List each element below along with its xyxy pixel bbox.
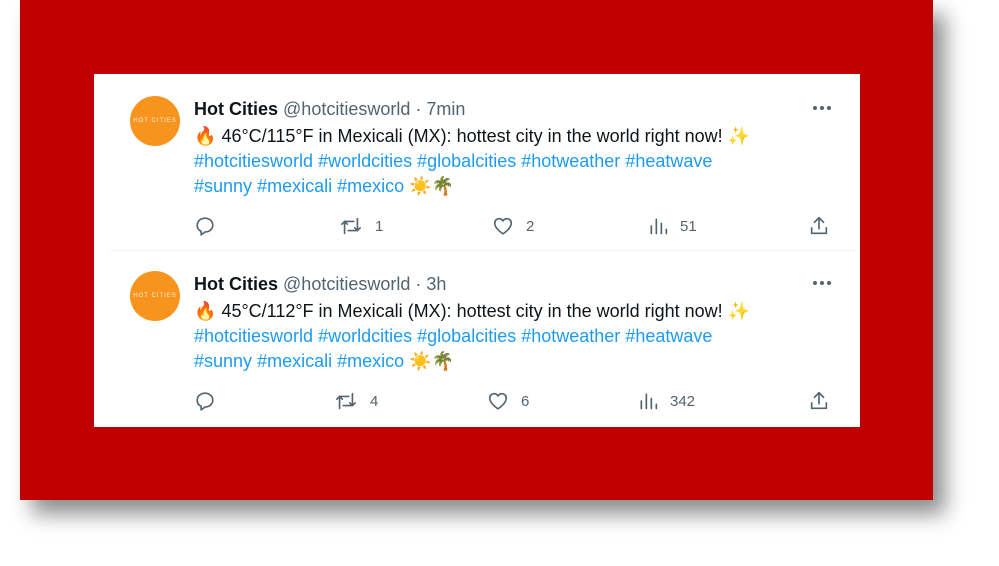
more-options-button[interactable] [812,98,832,118]
more-options-button[interactable] [812,273,832,293]
hashtag-line-1: #hotcitiesworld #worldcities #globalciti… [194,149,834,174]
like-count: 2 [526,217,535,235]
hashtag-link[interactable]: #globalcities [417,151,516,171]
hashtag-link[interactable]: #globalcities [417,326,516,346]
hashtag-link[interactable]: #mexicali [257,351,332,371]
avatar[interactable]: HOT CITIES [130,96,180,146]
retweet-icon [336,392,356,410]
author-name[interactable]: Hot Cities [194,274,278,294]
hashtag-link[interactable]: #sunny [194,176,252,196]
tweet-feed: HOT CITIES Hot Cities @hotcitiesworld · … [94,74,860,427]
like-button[interactable]: 2 [492,214,534,238]
hashtag-link[interactable]: #hotcitiesworld [194,326,313,346]
views-chart-icon [640,393,658,410]
views-count: 51 [680,217,697,235]
hashtag-link[interactable]: #hotweather [521,151,620,171]
author-handle[interactable]: @hotcitiesworld [283,99,410,119]
author-name[interactable]: Hot Cities [194,99,278,119]
avatar[interactable]: HOT CITIES [130,271,180,321]
tweet-text: 🔥 46°C/115°F in Mexicali (MX): hottest c… [194,124,834,199]
like-count: 6 [521,392,530,410]
tweet-timestamp[interactable]: 7min [426,99,465,119]
retweet-count: 4 [370,392,379,410]
hashtag-link[interactable]: #mexico [337,176,404,196]
hashtag-link[interactable]: #mexicali [257,176,332,196]
hashtag-link[interactable]: #hotweather [521,326,620,346]
hashtag-link[interactable]: #mexico [337,351,404,371]
screenshot-stage: HOT CITIES Hot Cities @hotcitiesworld · … [0,0,999,566]
views-count: 342 [670,392,696,410]
reply-icon [196,392,214,411]
tweet-line-1: 🔥 45°C/112°F in Mexicali (MX): hottest c… [194,299,834,324]
tweet-timestamp[interactable]: 3h [426,274,446,294]
reply-button[interactable] [194,214,228,238]
share-icon [810,391,828,410]
hashtag-link[interactable]: #sunny [194,351,252,371]
share-icon [810,216,828,235]
separator-dot: · [415,99,422,119]
tweet-text: 🔥 45°C/112°F in Mexicali (MX): hottest c… [194,299,834,374]
sparkles-emoji: ✨ [727,301,751,322]
hashtag-line-1: #hotcitiesworld #worldcities #globalciti… [194,324,834,349]
retweet-icon [341,217,361,235]
avatar-logo-text: HOT CITIES [133,293,177,299]
hashtag-line-2: #sunny #mexicali #mexico ☀️🌴 [194,174,834,199]
sun-palm-emoji: ☀️🌴 [409,351,454,372]
tweet-actions: 4 6 342 [194,389,834,413]
separator-dot: · [415,274,422,294]
heart-icon [493,217,513,235]
tweet-line-1: 🔥 46°C/115°F in Mexicali (MX): hottest c… [194,124,834,149]
more-horizontal-icon [813,106,831,110]
hashtag-link[interactable]: #worldcities [318,326,412,346]
tweet-header: Hot Cities @hotcitiesworld · 3h [194,273,446,295]
retweet-button[interactable]: 4 [334,389,378,413]
reply-icon [196,217,214,236]
hashtag-link[interactable]: #worldcities [318,151,412,171]
author-handle[interactable]: @hotcitiesworld [283,274,410,294]
tweet-main-text: 45°C/112°F in Mexicali (MX): hottest cit… [221,301,723,321]
hashtag-link[interactable]: #heatwave [625,326,712,346]
reply-button[interactable] [194,389,228,413]
share-button[interactable] [808,214,830,238]
more-horizontal-icon [813,281,831,285]
fire-emoji: 🔥 [194,301,217,322]
views-button[interactable]: 51 [648,214,697,238]
fire-emoji: 🔥 [194,126,217,147]
hashtag-link[interactable]: #hotcitiesworld [194,151,313,171]
views-chart-icon [650,218,668,235]
sun-palm-emoji: ☀️🌴 [409,176,454,197]
hashtag-link[interactable]: #heatwave [625,151,712,171]
retweet-button[interactable]: 1 [339,214,383,238]
tweet-actions: 1 2 51 [194,214,834,238]
tweet-card[interactable]: HOT CITIES Hot Cities @hotcitiesworld · … [110,250,856,426]
tweet-header: Hot Cities @hotcitiesworld · 7min [194,98,465,120]
heart-icon [488,392,508,410]
views-button[interactable]: 342 [638,389,695,413]
sparkles-emoji: ✨ [727,126,751,147]
like-button[interactable]: 6 [487,389,529,413]
hashtag-line-2: #sunny #mexicali #mexico ☀️🌴 [194,349,834,374]
tweet-main-text: 46°C/115°F in Mexicali (MX): hottest cit… [221,126,723,146]
retweet-count: 1 [375,217,384,235]
tweet-card[interactable]: HOT CITIES Hot Cities @hotcitiesworld · … [94,74,860,250]
avatar-logo-text: HOT CITIES [133,118,177,124]
share-button[interactable] [808,389,830,413]
